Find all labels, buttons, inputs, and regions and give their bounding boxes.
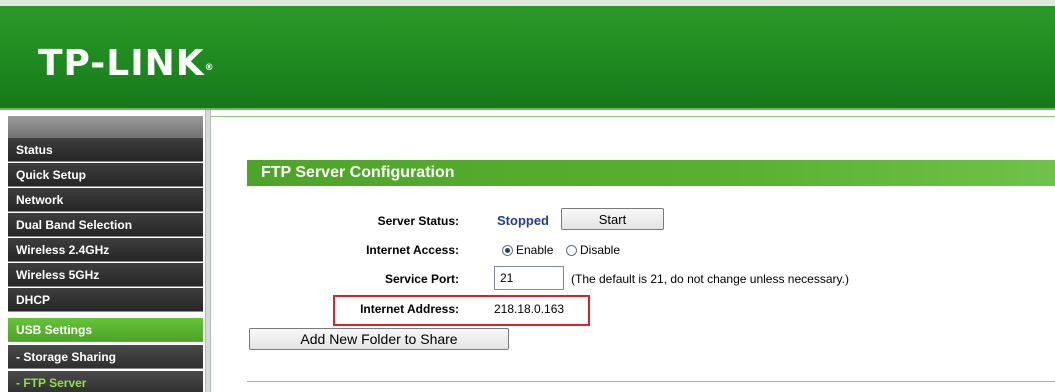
internet-access-enable-label: Enable: [516, 243, 554, 257]
start-button[interactable]: Start: [561, 208, 664, 230]
main-content: FTP Server Configuration Server Status: …: [211, 110, 1055, 392]
service-port-label: Service Port:: [384, 272, 459, 286]
registered-mark: ®: [204, 63, 215, 73]
section-bottom-line: [247, 381, 1055, 382]
sidebar-item-quick-setup[interactable]: Quick Setup: [8, 163, 203, 187]
sidebar-top-bar: [8, 116, 203, 140]
sidebar-item-status[interactable]: Status: [8, 138, 203, 162]
section-header: FTP Server Configuration: [247, 160, 1055, 186]
internet-access-label: Internet Access:: [366, 243, 459, 257]
server-status-label: Server Status:: [377, 214, 459, 228]
router-admin-page: TP-LINK® Status Quick Setup Network Dual…: [0, 0, 1055, 392]
internet-address-label: Internet Address:: [360, 302, 459, 316]
header-banner: TP-LINK®: [0, 0, 1055, 110]
header-top-strip: [0, 0, 1055, 6]
sidebar-menu: Status Quick Setup Network Dual Band Sel…: [0, 110, 205, 392]
sidebar-item-dual-band-selection[interactable]: Dual Band Selection: [8, 213, 203, 237]
main-top-line: [211, 116, 1055, 117]
server-status-value: Stopped: [497, 213, 549, 228]
sidebar-item-dhcp[interactable]: DHCP: [8, 288, 203, 312]
sidebar-item-ftp-server[interactable]: - FTP Server: [8, 371, 203, 392]
sidebar-item-wireless-2-4ghz[interactable]: Wireless 2.4GHz: [8, 238, 203, 262]
logo-text: TP-LINK: [38, 43, 205, 84]
sidebar-item-wireless-5ghz[interactable]: Wireless 5GHz: [8, 263, 203, 287]
sidebar-item-storage-sharing[interactable]: - Storage Sharing: [8, 345, 203, 369]
section-title: FTP Server Configuration: [261, 164, 455, 181]
internet-access-disable-radio[interactable]: [566, 245, 577, 256]
sidebar-item-network[interactable]: Network: [8, 188, 203, 212]
add-new-folder-button[interactable]: Add New Folder to Share: [249, 328, 509, 350]
service-port-hint: (The default is 21, do not change unless…: [571, 272, 849, 286]
internet-address-value: 218.18.0.163: [494, 302, 565, 316]
internet-access-enable-radio[interactable]: [502, 245, 513, 256]
service-port-input[interactable]: [494, 266, 564, 290]
sidebar-item-usb-settings[interactable]: USB Settings: [8, 318, 203, 342]
internet-access-disable-label: Disable: [580, 243, 621, 257]
tp-link-logo: TP-LINK®: [38, 44, 215, 84]
